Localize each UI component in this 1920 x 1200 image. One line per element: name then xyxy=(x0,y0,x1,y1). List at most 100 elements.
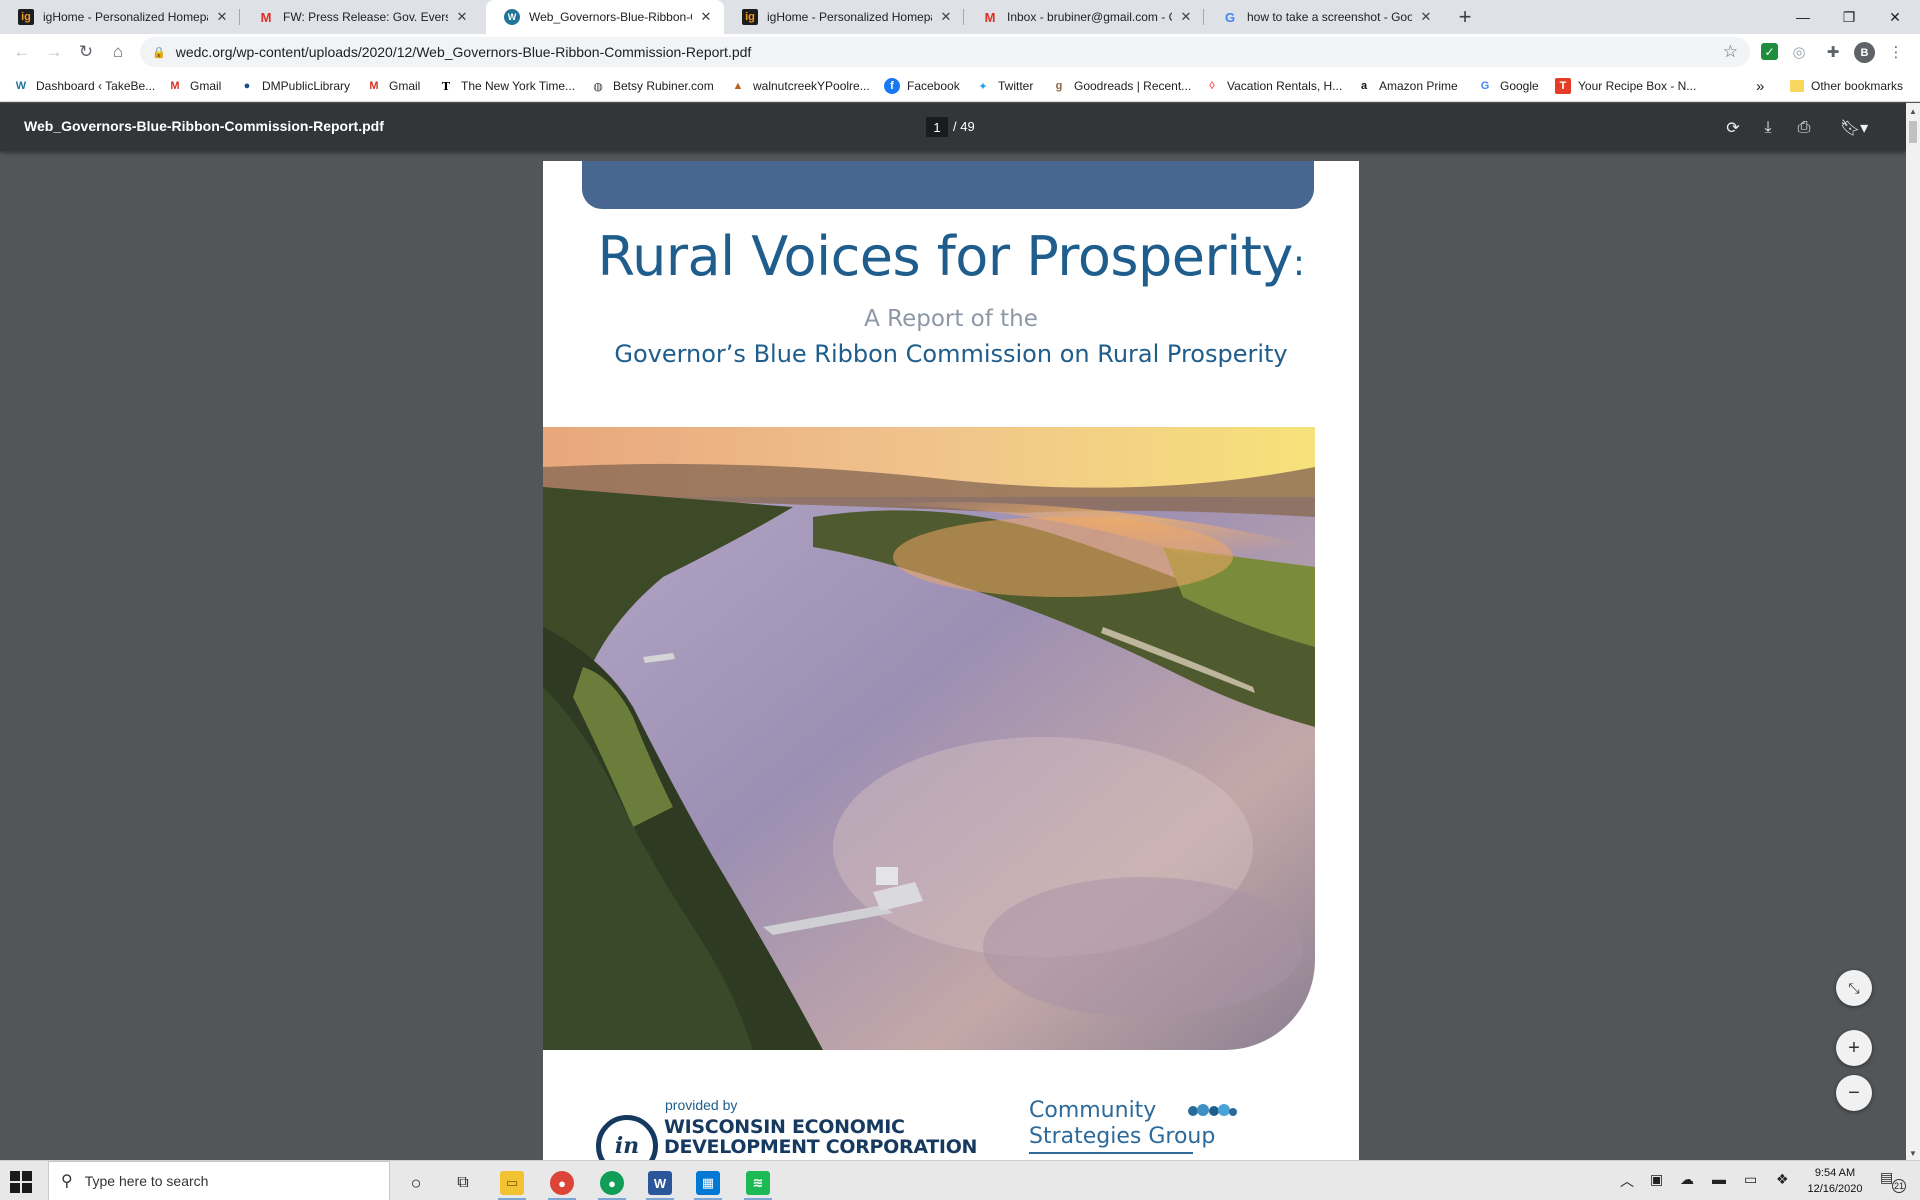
profile-avatar[interactable]: B xyxy=(1854,42,1875,63)
bookmark-nytimes[interactable]: T The New York Time... xyxy=(438,76,575,96)
fit-to-page-button[interactable]: ⤡ xyxy=(1836,970,1872,1006)
tab-gmail-inbox[interactable]: M Inbox - brubiner@gmail.com - G ✕ xyxy=(964,0,1204,34)
bookmark-recipe-box[interactable]: T Your Recipe Box - N... xyxy=(1555,76,1696,96)
ighome-icon: ig xyxy=(18,9,34,25)
bookmark-dmpubliclibrary[interactable]: ● DMPublicLibrary xyxy=(239,76,350,96)
file-explorer-icon[interactable]: ▭ xyxy=(490,1165,534,1200)
other-bookmarks[interactable]: Other bookmarks xyxy=(1790,76,1903,96)
bookmark-label: Vacation Rentals, H... xyxy=(1227,79,1343,93)
address-bar[interactable]: 🔒 wedc.org/wp-content/uploads/2020/12/We… xyxy=(140,37,1750,67)
task-view-icon[interactable]: ⧉ xyxy=(441,1165,485,1200)
bookmarks-overflow-button[interactable]: » xyxy=(1756,76,1764,96)
bookmarks-bar: W Dashboard ‹ TakeBe... M Gmail ● DMPublicL… xyxy=(0,70,1920,102)
notification-center-icon[interactable]: ▤ 21 xyxy=(1880,1169,1906,1193)
tray-meet-icon[interactable]: ▣ xyxy=(1650,1171,1663,1188)
commission-name: Governor’s Blue Ribbon Commission on Rur… xyxy=(614,340,1288,368)
close-icon[interactable]: ✕ xyxy=(1178,9,1194,25)
bookmark-goodreads[interactable]: g Goodreads | Recent... xyxy=(1051,76,1192,96)
globe-icon: ◍ xyxy=(593,80,603,93)
tab-title: how to take a screenshot - Goog xyxy=(1247,10,1412,24)
bookmark-label: Google xyxy=(1500,79,1539,93)
cortana-icon[interactable]: ○ xyxy=(394,1165,438,1200)
gmail-icon: M xyxy=(984,9,996,25)
check-extension-icon[interactable]: ✓ xyxy=(1761,43,1778,60)
close-icon[interactable]: ✕ xyxy=(454,9,470,25)
ighome-icon: ig xyxy=(742,9,758,25)
zoom-in-button[interactable]: + xyxy=(1836,1030,1872,1066)
print-icon[interactable]: ⎙ xyxy=(1791,115,1817,141)
search-placeholder: Type here to search xyxy=(84,1173,209,1189)
spotify-icon[interactable]: ≋ xyxy=(736,1165,780,1200)
vertical-scrollbar[interactable]: ▲ ▼ xyxy=(1906,103,1920,1160)
dropbox-icon[interactable]: ❖ xyxy=(1776,1171,1789,1188)
url-text[interactable]: wedc.org/wp-content/uploads/2020/12/Web_… xyxy=(176,44,752,60)
csg-underline xyxy=(1029,1152,1193,1154)
header-band xyxy=(582,161,1314,209)
bookmark-gmail[interactable]: M Gmail xyxy=(167,76,221,96)
close-icon[interactable]: ✕ xyxy=(214,9,230,25)
battery-icon[interactable]: ▬ xyxy=(1712,1171,1726,1187)
scroll-down-arrow[interactable]: ▼ xyxy=(1909,1149,1917,1158)
tab-google-search[interactable]: G how to take a screenshot - Goog ✕ xyxy=(1204,0,1444,34)
tray-overflow-chevron-icon[interactable]: ︿ xyxy=(1620,1171,1634,1191)
taskbar-search-box[interactable]: ⚲ Type here to search xyxy=(48,1161,390,1200)
download-icon[interactable]: ⤓ xyxy=(1755,115,1781,141)
minimize-button[interactable]: — xyxy=(1780,0,1826,34)
reload-button[interactable]: ↻ xyxy=(72,38,100,66)
outlook-icon[interactable]: ▦ xyxy=(686,1165,730,1200)
tab-ighome-2[interactable]: ig igHome - Personalized Homepag ✕ xyxy=(724,0,964,34)
bookmark-label: Twitter xyxy=(998,79,1034,93)
back-button[interactable]: ← xyxy=(8,38,36,66)
river-landscape-image xyxy=(543,427,1315,1050)
onedrive-icon[interactable]: ☁ xyxy=(1680,1171,1694,1188)
bookmark-star-icon[interactable]: ☆ xyxy=(1723,42,1738,62)
close-icon[interactable]: ✕ xyxy=(938,9,954,25)
bookmark-dashboard[interactable]: W Dashboard ‹ TakeBe... xyxy=(13,76,155,96)
bookmark-menu-icon[interactable]: 🔖︎▾ xyxy=(1834,115,1874,141)
close-icon[interactable]: ✕ xyxy=(1418,9,1434,25)
close-window-button[interactable]: ✕ xyxy=(1872,0,1918,34)
bookmark-google[interactable]: G Google xyxy=(1477,76,1539,96)
scroll-up-arrow[interactable]: ▲ xyxy=(1909,107,1917,116)
tab-ighome-1[interactable]: ig igHome - Personalized Homepag ✕ xyxy=(0,0,240,34)
bookmark-facebook[interactable]: f Facebook xyxy=(884,76,960,96)
report-title: Rural Voices for Prosperity: xyxy=(543,225,1359,288)
tab-title: Inbox - brubiner@gmail.com - G xyxy=(1007,10,1172,24)
menu-kebab-icon[interactable]: ⋮ xyxy=(1884,40,1908,64)
scroll-thumb[interactable] xyxy=(1909,121,1917,143)
wedc-line-2: DEVELOPMENT CORPORATION xyxy=(664,1136,978,1158)
bookmark-amazon-prime[interactable]: a Amazon Prime xyxy=(1356,76,1458,96)
bookmark-label: walnutcreekYPoolre... xyxy=(753,79,870,93)
home-button[interactable]: ⌂ xyxy=(104,38,132,66)
wedc-line-1: WISCONSIN ECONOMIC xyxy=(664,1116,905,1138)
zoom-out-button[interactable]: − xyxy=(1836,1075,1872,1111)
tab-blue-ribbon-report[interactable]: W Web_Governors-Blue-Ribbon-Co ✕ xyxy=(486,0,724,34)
chrome-profile-d-icon[interactable]: ● xyxy=(590,1165,634,1200)
word-icon[interactable]: W xyxy=(638,1165,682,1200)
system-clock[interactable]: 9:54 AM 12/16/2020 xyxy=(1800,1165,1870,1197)
forward-button[interactable]: → xyxy=(40,38,68,66)
page-number-input[interactable]: 1 xyxy=(926,117,948,137)
lock-icon[interactable]: 🔒 xyxy=(152,46,166,59)
bookmark-label: Dashboard ‹ TakeBe... xyxy=(36,79,156,93)
bookmark-gmail-2[interactable]: M Gmail xyxy=(366,76,420,96)
windows-start-icon[interactable] xyxy=(10,1171,32,1193)
restore-button[interactable]: ❐ xyxy=(1826,0,1872,34)
privacy-extension-icon[interactable]: ◎ xyxy=(1787,40,1811,64)
close-icon[interactable]: ✕ xyxy=(698,9,714,25)
clock-time: 9:54 AM xyxy=(1814,1167,1856,1179)
bookmark-walnutcreek[interactable]: ▲ walnutcreekYPoolre... xyxy=(730,76,870,96)
rotate-icon[interactable]: ⟳ xyxy=(1720,115,1746,141)
network-icon[interactable]: ▭ xyxy=(1744,1171,1757,1188)
tab-press-release[interactable]: M FW: Press Release: Gov. Evers An ✕ xyxy=(240,0,480,34)
chrome-profile-b-icon[interactable]: ● xyxy=(540,1165,584,1200)
bookmark-betsy-rubiner[interactable]: ◍ Betsy Rubiner.com xyxy=(590,76,714,96)
google-icon: G xyxy=(1224,9,1236,25)
bookmark-vacation-rentals[interactable]: ◊ Vacation Rentals, H... xyxy=(1204,76,1342,96)
pool-icon: ▲ xyxy=(732,80,744,92)
new-tab-button[interactable]: + xyxy=(1452,4,1478,30)
windows-taskbar: ⚲ Type here to search ○ ⧉ ▭ ● ● W ▦ ≋ ︿ … xyxy=(0,1160,1920,1200)
extensions-puzzle-icon[interactable]: ✚ xyxy=(1821,40,1845,64)
bookmark-twitter[interactable]: ✦ Twitter xyxy=(975,76,1033,96)
csg-line-2: Strategies Group xyxy=(1029,1124,1216,1149)
